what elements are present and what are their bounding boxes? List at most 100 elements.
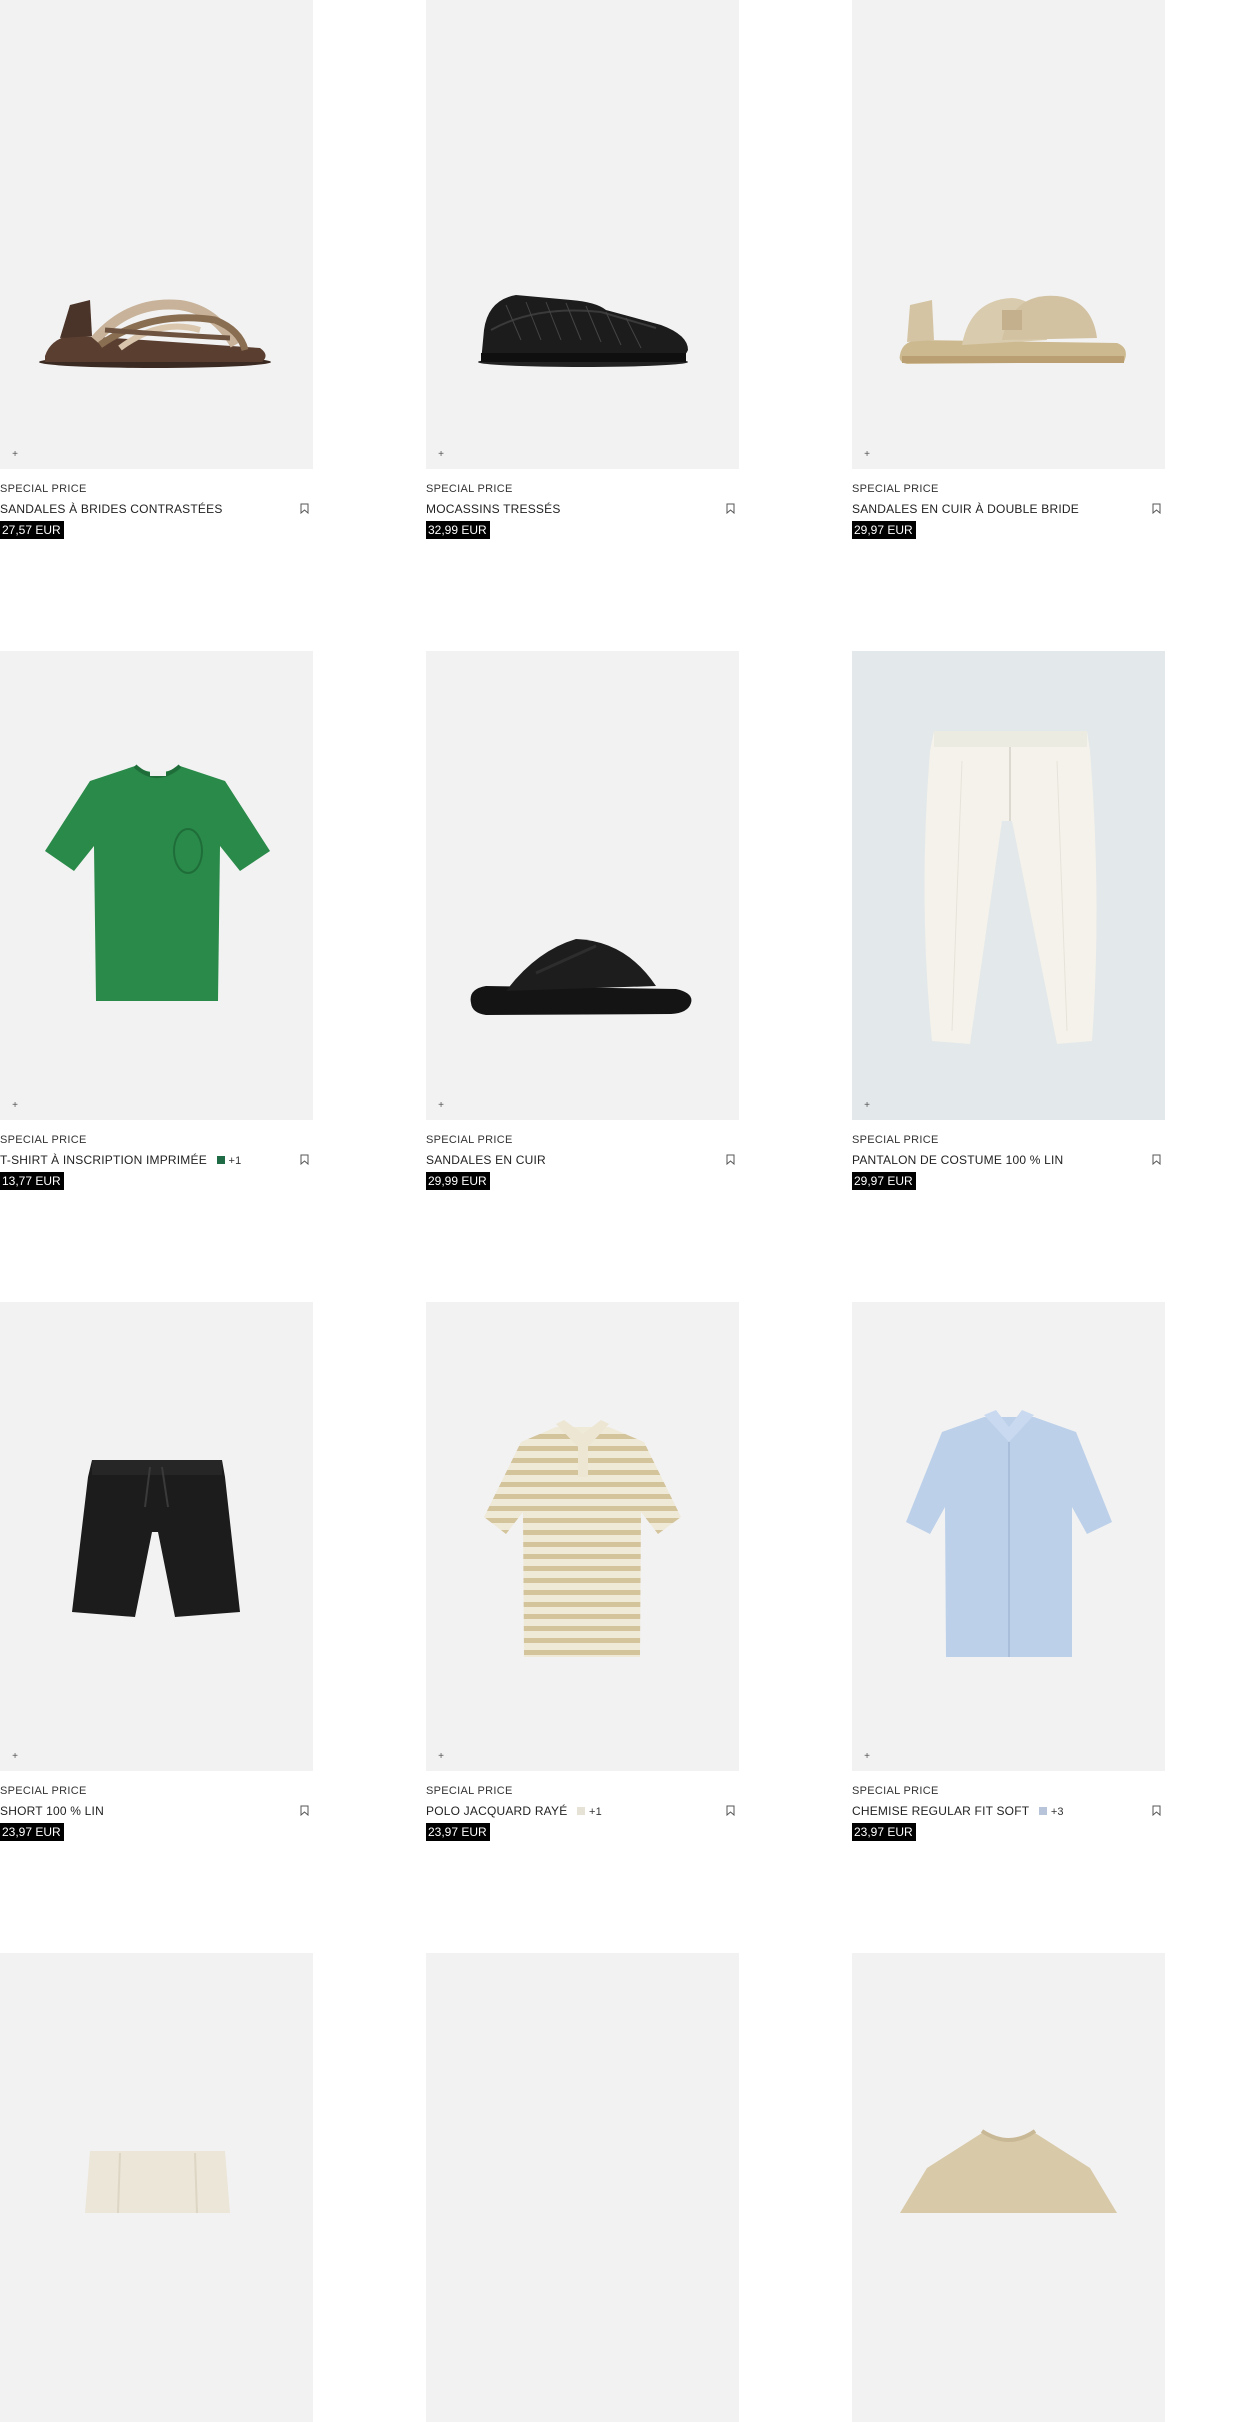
product-tag: SPECIAL PRICE	[0, 483, 87, 495]
product-tag: SPECIAL PRICE	[852, 1134, 939, 1146]
add-icon[interactable]: +	[10, 1752, 20, 1762]
braided-loafer-image	[478, 295, 688, 367]
product-card[interactable]: + SPECIAL PRICE SHORT 100 % LIN 23,97 EU…	[0, 1302, 313, 1841]
double-strap-sandal-image	[899, 295, 1126, 364]
product-tag: SPECIAL PRICE	[852, 1785, 939, 1797]
bookmark-icon[interactable]	[1152, 1154, 1161, 1165]
product-name-row: POLO JACQUARD RAYÉ +1	[426, 1804, 709, 1818]
product-info: SPECIAL PRICE SANDALES EN CUIR À DOUBLE …	[852, 469, 1165, 539]
product-price: 23,97 EUR	[426, 1823, 490, 1841]
product-card[interactable]: + SPECIAL PRICE SANDALES EN CUIR À DOUBL…	[852, 0, 1165, 539]
product-card[interactable]: + SPECIAL PRICE PANTALON DE COSTUME 100 …	[852, 651, 1165, 1190]
add-icon[interactable]: +	[862, 1752, 872, 1762]
product-tag: SPECIAL PRICE	[426, 1785, 513, 1797]
product-price: 32,99 EUR	[426, 521, 490, 539]
product-card[interactable]	[426, 1953, 739, 2422]
product-name[interactable]: SANDALES EN CUIR À DOUBLE BRIDE	[852, 502, 1079, 516]
product-name[interactable]: POLO JACQUARD RAYÉ	[426, 1804, 567, 1818]
product-card[interactable]: + SPECIAL PRICE MOCASSINS TRESSÉS 32,99 …	[426, 0, 739, 539]
bookmark-icon[interactable]	[726, 1154, 735, 1165]
product-name[interactable]: CHEMISE REGULAR FIT SOFT	[852, 1804, 1029, 1818]
more-colors[interactable]: +1	[589, 1806, 602, 1818]
product-info: SPECIAL PRICE SANDALES EN CUIR 29,99 EUR	[426, 1120, 739, 1190]
product-info: SPECIAL PRICE PANTALON DE COSTUME 100 % …	[852, 1120, 1165, 1190]
product-name-row: MOCASSINS TRESSÉS	[426, 502, 709, 516]
product-tag: SPECIAL PRICE	[426, 483, 513, 495]
product-name-row: CHEMISE REGULAR FIT SOFT +3	[852, 1804, 1135, 1818]
product-image[interactable]	[426, 1953, 739, 2422]
bookmark-icon[interactable]	[300, 503, 309, 514]
product-image[interactable]: +	[426, 651, 739, 1120]
add-icon[interactable]: +	[436, 450, 446, 460]
product-price: 29,97 EUR	[852, 1172, 916, 1190]
add-icon[interactable]: +	[436, 1101, 446, 1111]
product-image[interactable]: +	[426, 0, 739, 469]
bookmark-icon[interactable]	[300, 1805, 309, 1816]
product-price: 27,57 EUR	[0, 521, 64, 539]
more-colors[interactable]: +1	[228, 1155, 241, 1167]
product-image[interactable]	[852, 1953, 1165, 2422]
product-image[interactable]: +	[0, 1302, 313, 1771]
color-swatch[interactable]	[216, 1156, 225, 1164]
product-info: SPECIAL PRICE POLO JACQUARD RAYÉ +1 23,9…	[426, 1771, 739, 1841]
product-name-row: SANDALES À BRIDES CONTRASTÉES	[0, 502, 283, 516]
black-shorts-image	[72, 1460, 240, 1617]
striped-polo-image	[484, 1420, 681, 1657]
beige-trousers-image	[85, 2151, 230, 2214]
product-price: 29,99 EUR	[426, 1172, 490, 1190]
product-name[interactable]: SANDALES À BRIDES CONTRASTÉES	[0, 502, 223, 516]
product-price: 23,97 EUR	[0, 1823, 64, 1841]
strappy-sandal-image	[39, 299, 271, 368]
product-card[interactable]: + SPECIAL PRICE SANDALES EN CUIR 29,99 E…	[426, 651, 739, 1190]
white-trousers-image	[924, 731, 1097, 1044]
add-icon[interactable]: +	[10, 450, 20, 460]
product-name[interactable]: SHORT 100 % LIN	[0, 1804, 104, 1818]
product-image[interactable]: +	[852, 1302, 1165, 1771]
product-card[interactable]: + SPECIAL PRICE POLO JACQUARD RAYÉ +1 23…	[426, 1302, 739, 1841]
product-image[interactable]: +	[0, 0, 313, 469]
product-info: SPECIAL PRICE CHEMISE REGULAR FIT SOFT +…	[852, 1771, 1165, 1841]
color-swatch[interactable]	[1039, 1807, 1048, 1815]
product-tag: SPECIAL PRICE	[0, 1134, 87, 1146]
product-card[interactable]: + SPECIAL PRICE SANDALES À BRIDES CONTRA…	[0, 0, 313, 539]
product-card[interactable]	[852, 1953, 1165, 2422]
bookmark-icon[interactable]	[726, 503, 735, 514]
product-name[interactable]: T-SHIRT À INSCRIPTION IMPRIMÉE	[0, 1153, 207, 1167]
product-info: SPECIAL PRICE SHORT 100 % LIN 23,97 EUR	[0, 1771, 313, 1841]
product-name-row: PANTALON DE COSTUME 100 % LIN	[852, 1153, 1135, 1167]
product-image[interactable]	[0, 1953, 313, 2422]
product-name-row: SHORT 100 % LIN	[0, 1804, 283, 1818]
product-name[interactable]: MOCASSINS TRESSÉS	[426, 502, 561, 516]
more-colors[interactable]: +3	[1051, 1806, 1064, 1818]
product-card[interactable]: + SPECIAL PRICE CHEMISE REGULAR FIT SOFT…	[852, 1302, 1165, 1841]
product-name-row: T-SHIRT À INSCRIPTION IMPRIMÉE +1	[0, 1153, 283, 1167]
product-info: SPECIAL PRICE T-SHIRT À INSCRIPTION IMPR…	[0, 1120, 313, 1190]
bookmark-icon[interactable]	[1152, 1805, 1161, 1816]
black-slide-image	[470, 939, 692, 1015]
add-icon[interactable]: +	[10, 1101, 20, 1111]
blue-shirt-image	[906, 1410, 1112, 1657]
product-card[interactable]	[0, 1953, 313, 2422]
product-tag: SPECIAL PRICE	[0, 1785, 87, 1797]
product-image[interactable]: +	[852, 0, 1165, 469]
product-info: SPECIAL PRICE MOCASSINS TRESSÉS 32,99 EU…	[426, 469, 739, 539]
bookmark-icon[interactable]	[300, 1154, 309, 1165]
product-grid: + SPECIAL PRICE SANDALES À BRIDES CONTRA…	[0, 0, 1250, 2422]
product-info: SPECIAL PRICE SANDALES À BRIDES CONTRAST…	[0, 469, 313, 539]
product-name-row: SANDALES EN CUIR	[426, 1153, 709, 1167]
bookmark-icon[interactable]	[1152, 503, 1161, 514]
green-tshirt-image	[45, 764, 270, 1001]
product-tag: SPECIAL PRICE	[426, 1134, 513, 1146]
product-image[interactable]: +	[0, 651, 313, 1120]
product-image[interactable]: +	[426, 1302, 739, 1771]
bookmark-icon[interactable]	[726, 1805, 735, 1816]
color-swatch[interactable]	[577, 1807, 586, 1815]
add-icon[interactable]: +	[436, 1752, 446, 1762]
product-image[interactable]: +	[852, 651, 1165, 1120]
product-name[interactable]: SANDALES EN CUIR	[426, 1153, 546, 1167]
add-icon[interactable]: +	[862, 450, 872, 460]
product-name[interactable]: PANTALON DE COSTUME 100 % LIN	[852, 1153, 1063, 1167]
product-price: 13,77 EUR	[0, 1172, 64, 1190]
product-card[interactable]: + SPECIAL PRICE T-SHIRT À INSCRIPTION IM…	[0, 651, 313, 1190]
add-icon[interactable]: +	[862, 1101, 872, 1111]
